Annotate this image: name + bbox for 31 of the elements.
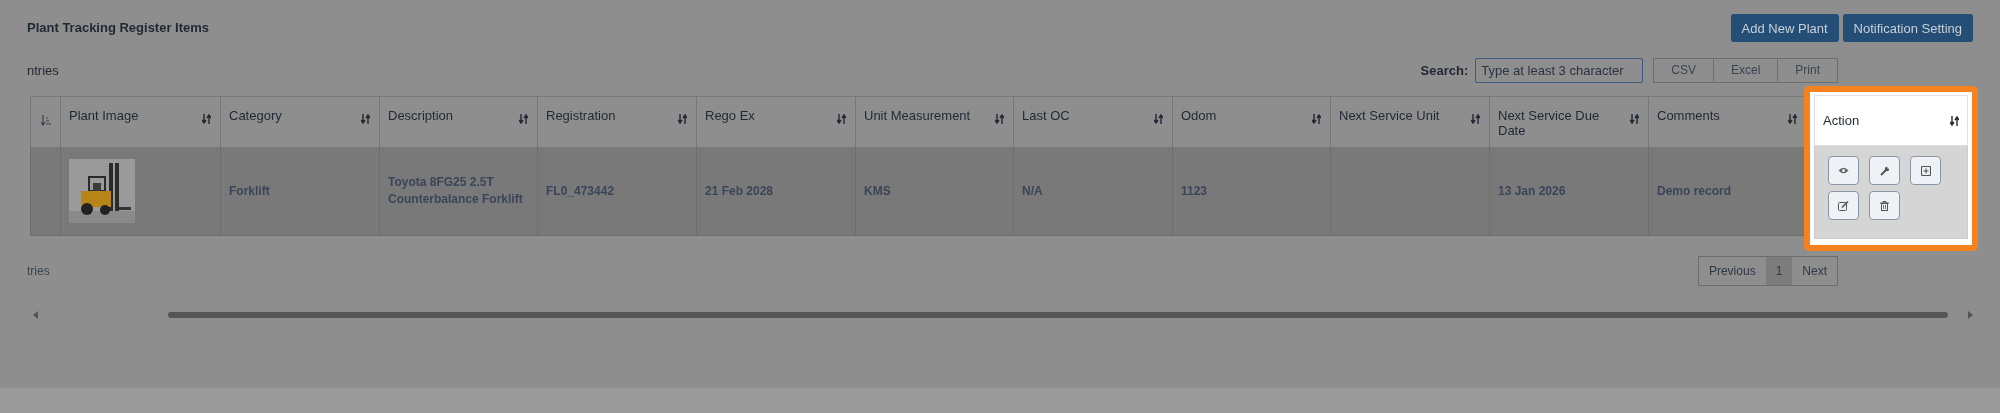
column-header: Description [388,108,454,123]
entries-label: ntries [27,62,59,78]
table-cell: FL0_473442 [537,147,696,235]
column-header: Registration [546,108,616,123]
table-cell: 1123 [1172,147,1330,235]
table-cell: KMS [855,147,1013,235]
column-header: Next Service Unit [1339,108,1440,123]
table-cell: N/A [1013,147,1172,235]
header-button[interactable]: Add New Plant [1730,14,1839,42]
column-header: Odom [1181,108,1217,123]
export-button[interactable]: Excel [1712,57,1779,83]
column-header: Category [229,108,282,123]
column-header: Last OC [1022,108,1070,123]
table-cell: Forklift [220,147,379,235]
page-title: Plant Tracking Register Items [27,19,210,35]
search-label: Search: [1420,62,1469,78]
column-header: Action [1823,113,1860,128]
column-header: Unit Measurement [864,108,971,123]
column-header: Next Service Due Date [1498,108,1601,138]
header-button[interactable]: Notification Setting [1842,14,1973,42]
column-header: Comments [1657,108,1720,123]
table-cell: Toyota 8FG25 2.5T Counterbalance Forklift [379,147,537,235]
export-button[interactable]: CSV [1653,57,1714,83]
pagination-button[interactable]: 1 [1765,257,1793,285]
search-field[interactable]: Type at least 3 character [1475,57,1644,83]
export-button[interactable]: Print [1777,57,1838,83]
column-header: Rego Ex [705,108,755,123]
column-header: Plant Image [69,108,139,123]
entries-info: tries [27,264,50,278]
table-cell: 21 Feb 2028 [696,147,855,235]
table-cell: 13 Jan 2026 [1489,147,1648,235]
